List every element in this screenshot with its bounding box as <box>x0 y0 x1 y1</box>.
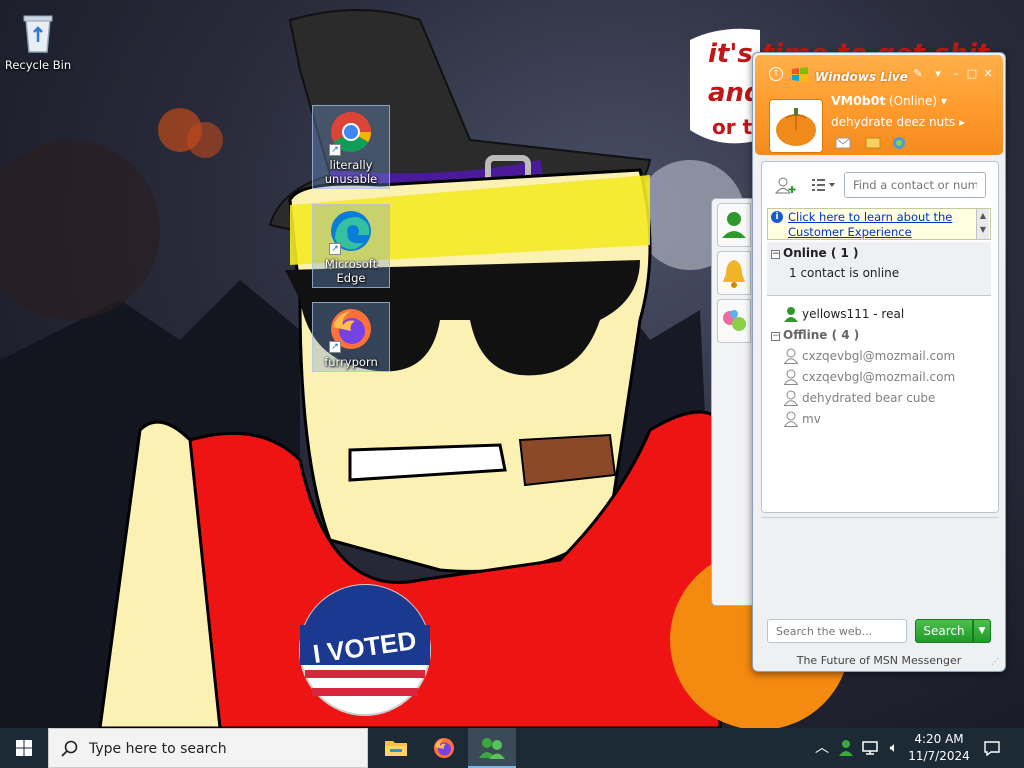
offline-group-header[interactable]: − Offline ( 4 ) <box>771 328 859 342</box>
online-group-header[interactable]: − Online ( 1 ) <box>771 246 859 260</box>
taskbar-firefox[interactable] <box>420 728 468 768</box>
online-summary: 1 contact is online <box>789 266 900 280</box>
clock-date: 11/7/2024 <box>908 749 970 763</box>
msn-side-tab-strip <box>711 198 755 606</box>
web-search-input[interactable] <box>767 619 907 643</box>
search-dropdown-button[interactable]: ▼ <box>973 619 991 643</box>
taskbar-search-box[interactable]: Type here to search <box>48 728 368 768</box>
options-icon[interactable]: ✎ <box>911 67 925 81</box>
personal-message[interactable]: dehydrate deez nuts ▸ <box>831 115 965 129</box>
divider <box>761 517 999 518</box>
contacts-icon <box>722 212 746 238</box>
menu-icon[interactable]: ↑ <box>769 67 783 81</box>
customer-experience-link[interactable]: Click here to learn about the Customer E… <box>788 210 970 239</box>
offline-contact-icon <box>784 369 798 385</box>
firefox-icon <box>434 738 454 758</box>
volume-icon[interactable]: 🔈︎ <box>884 738 904 758</box>
show-hidden-icons-chevron-icon[interactable]: ︿ <box>812 738 832 758</box>
contact-item[interactable]: cxzqevbgl@mozmail.com <box>784 348 955 364</box>
search-button[interactable]: Search <box>915 619 973 643</box>
desktop-icon-label: furryporn <box>324 355 378 369</box>
network-icon[interactable] <box>860 738 880 758</box>
collapse-icon[interactable]: − <box>771 250 780 259</box>
spaces-icon[interactable] <box>865 136 881 150</box>
online-contact-icon <box>784 307 798 322</box>
wallpaper-text-3: or t <box>712 115 753 139</box>
close-button[interactable]: ✕ <box>981 67 995 81</box>
notifications-icon[interactable] <box>982 738 1002 758</box>
tab-alerts[interactable] <box>717 251 751 295</box>
sort-contacts-icon[interactable] <box>812 178 836 192</box>
window-title: Windows Live <box>815 70 908 84</box>
edge-icon: ↗ <box>327 207 375 255</box>
msn-footer: The Future of MSN Messenger <box>796 654 962 667</box>
desktop-icon-label: Recycle Bin <box>4 58 72 72</box>
msn-messenger-window: ↑ Windows Live ✎ ▾ – □ ✕ VM0b0t (Online)… <box>752 52 1006 672</box>
desktop-icon-recycle-bin[interactable]: Recycle Bin <box>0 6 76 72</box>
desktop-icon-chrome[interactable]: ↗ literally unusable <box>312 105 390 189</box>
msn-header: ↑ Windows Live ✎ ▾ – □ ✕ VM0b0t (Online)… <box>755 55 1003 155</box>
user-display-name[interactable]: VM0b0t <box>831 93 885 108</box>
maximize-button[interactable]: □ <box>965 67 979 81</box>
contact-item[interactable]: mv <box>784 411 821 427</box>
online-group-section: − Online ( 1 ) 1 contact is online <box>767 242 991 296</box>
info-scrollbar[interactable]: ▲ ▼ <box>976 209 989 239</box>
dropdown-icon[interactable]: ▾ <box>931 67 945 81</box>
shortcut-arrow-icon: ↗ <box>329 144 341 156</box>
taskbar: Type here to search ︿ 🔈︎ 4:20 AM 11/7/20… <box>0 728 1024 768</box>
fun-icon <box>723 310 746 331</box>
clock-time: 4:20 AM <box>914 732 964 746</box>
contact-item[interactable]: dehydrated bear cube <box>784 390 935 406</box>
windows-flag-icon <box>792 67 808 82</box>
mail-icon[interactable] <box>835 136 851 150</box>
desktop-icon-label: Microsoft Edge <box>324 257 378 285</box>
offline-contact-icon <box>784 411 798 427</box>
windows-logo-icon <box>16 740 32 756</box>
taskbar-search-placeholder: Type here to search <box>89 741 227 757</box>
info-bar: i Click here to learn about the Customer… <box>767 208 991 240</box>
recycle-bin-icon <box>14 8 62 56</box>
contact-item[interactable]: yellows111 - real <box>784 307 904 322</box>
taskbar-msn-messenger[interactable] <box>468 728 516 768</box>
search-icon <box>61 740 78 757</box>
resize-grip-icon[interactable]: ⋰ <box>991 657 1001 667</box>
avatar[interactable] <box>769 99 823 153</box>
contact-toolbar <box>762 162 998 204</box>
find-contact-input[interactable] <box>844 172 986 198</box>
file-explorer-icon <box>385 741 407 756</box>
add-contact-icon[interactable] <box>774 176 798 194</box>
taskbar-file-explorer[interactable] <box>372 728 420 768</box>
desktop-icon-edge[interactable]: ↗ Microsoft Edge <box>312 204 390 288</box>
clock[interactable]: 4:20 AM 11/7/2024 <box>908 731 970 765</box>
collapse-icon[interactable]: − <box>771 332 780 341</box>
shortcut-arrow-icon: ↗ <box>329 243 341 255</box>
desktop-icon-firefox[interactable]: ↗ furryporn <box>312 302 390 372</box>
start-button[interactable] <box>0 728 48 768</box>
status-icon[interactable] <box>891 136 907 150</box>
shortcut-arrow-icon: ↗ <box>329 341 341 353</box>
contact-list-panel: i Click here to learn about the Customer… <box>761 161 999 513</box>
user-status[interactable]: (Online) ▾ <box>889 94 947 108</box>
bell-icon <box>723 260 745 288</box>
chrome-icon: ↗ <box>327 108 375 156</box>
offline-contact-icon <box>784 390 798 406</box>
msn-messenger-icon <box>479 738 505 759</box>
minimize-button[interactable]: – <box>949 67 963 81</box>
info-icon: i <box>771 211 783 223</box>
firefox-icon: ↗ <box>327 305 375 353</box>
tab-contacts[interactable] <box>717 203 751 247</box>
offline-contact-icon <box>784 348 798 364</box>
contact-item[interactable]: cxzqevbgl@mozmail.com <box>784 369 955 385</box>
msn-tray-icon[interactable] <box>836 738 856 758</box>
tab-fun[interactable] <box>717 299 751 343</box>
desktop-icon-label: literally unusable <box>324 158 378 186</box>
